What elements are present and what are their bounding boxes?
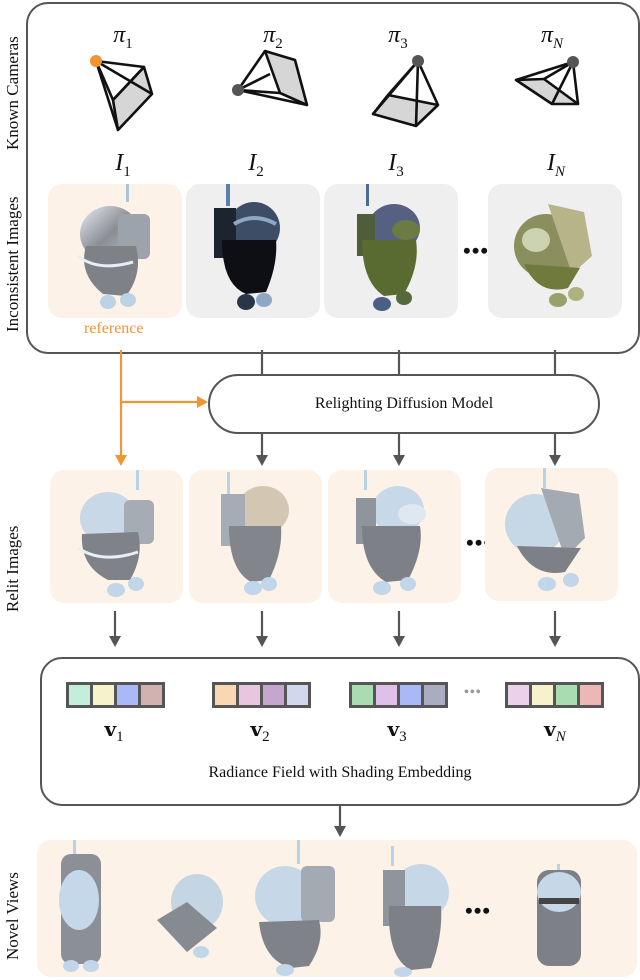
arrow-head-embed-n xyxy=(549,636,561,647)
embedding-label-3: v3 xyxy=(387,717,407,745)
embedding-cell xyxy=(400,685,424,705)
image-tile-2 xyxy=(186,184,320,318)
arrow-head-embed-2 xyxy=(256,636,268,647)
arrow-head-embed-1 xyxy=(109,636,121,647)
arrow-head-embed-3 xyxy=(393,636,405,647)
relit-astronaut-n xyxy=(505,468,585,591)
image-label-2: I2 xyxy=(248,150,264,180)
reference-arrow-head-right xyxy=(197,396,208,408)
embedding-label-1: v1 xyxy=(104,717,124,745)
embedding-cell xyxy=(580,685,601,705)
camera-frustum-2 xyxy=(236,49,309,107)
novel-view-3 xyxy=(255,840,335,976)
arrow-head-relit-2 xyxy=(256,455,268,466)
image-tile-1 xyxy=(48,184,182,318)
camera-center-3 xyxy=(412,55,424,67)
relit-tile-2 xyxy=(189,470,322,603)
embedding-cell xyxy=(69,685,93,705)
arrow-head-relit-n xyxy=(549,455,561,466)
embedding-cell xyxy=(141,685,162,705)
novel-view-2 xyxy=(157,874,223,958)
embedding-vector-n xyxy=(505,682,604,708)
embedding-cell xyxy=(93,685,117,705)
embedding-cell xyxy=(239,685,263,705)
image-label-1: I1 xyxy=(115,150,131,180)
novel-views-ellipsis: ••• xyxy=(465,898,492,923)
radiance-field-label: Radiance Field with Shading Embedding xyxy=(208,764,472,781)
relit-tile-n xyxy=(485,468,618,601)
embedding-label-2: v2 xyxy=(250,717,270,745)
camera-frustum-n xyxy=(514,60,580,106)
embedding-vector-1 xyxy=(66,682,165,708)
embedding-cell xyxy=(508,685,532,705)
relit-tile-3 xyxy=(328,470,461,603)
novel-view-renders xyxy=(59,840,581,977)
embedding-cell xyxy=(287,685,308,705)
novel-view-1 xyxy=(59,840,101,972)
reference-path xyxy=(119,350,198,456)
embedding-vector-3 xyxy=(349,682,448,708)
embedding-cell xyxy=(376,685,400,705)
embedding-cell xyxy=(556,685,580,705)
embedding-vector-2 xyxy=(212,682,311,708)
image-tile-3 xyxy=(324,184,458,318)
camera-frustum-3 xyxy=(371,60,440,128)
images-ellipsis: ••• xyxy=(463,238,490,263)
relit-astronaut-3 xyxy=(356,470,426,595)
camera-center-1 xyxy=(90,55,102,67)
astronaut-image-n xyxy=(514,204,592,307)
embedding-cell xyxy=(424,685,445,705)
camera-frustum-1 xyxy=(94,59,154,132)
embedding-cell xyxy=(352,685,376,705)
arrow-head-relit-3 xyxy=(393,455,405,466)
embedding-cell xyxy=(263,685,287,705)
embedding-ellipsis: ••• xyxy=(464,685,482,700)
camera-center-2 xyxy=(232,84,244,96)
embedding-cell xyxy=(532,685,556,705)
novel-views-panel xyxy=(37,840,637,977)
relit-tile-1 xyxy=(50,470,183,603)
embedding-cell xyxy=(117,685,141,705)
astronaut-image-1 xyxy=(77,184,150,309)
embedding-label-n: vN xyxy=(544,717,566,745)
relighting-diffusion-model: Relighting Diffusion Model xyxy=(208,374,600,434)
relit-astronaut-1 xyxy=(77,470,154,597)
image-label-n: IN xyxy=(546,150,565,180)
relit-astronaut-2 xyxy=(221,472,289,595)
reference-arrow-head-down xyxy=(115,455,127,466)
reference-label: reference xyxy=(84,320,144,337)
astronaut-image-3 xyxy=(357,184,420,311)
arrow-head-novel xyxy=(334,826,346,837)
image-label-3: I3 xyxy=(388,150,404,180)
novel-view-5 xyxy=(537,864,581,966)
novel-view-4 xyxy=(383,846,449,977)
camera-center-n xyxy=(567,56,579,68)
image-tile-n xyxy=(488,184,622,318)
embedding-cell xyxy=(215,685,239,705)
astronaut-image-2 xyxy=(214,184,280,310)
